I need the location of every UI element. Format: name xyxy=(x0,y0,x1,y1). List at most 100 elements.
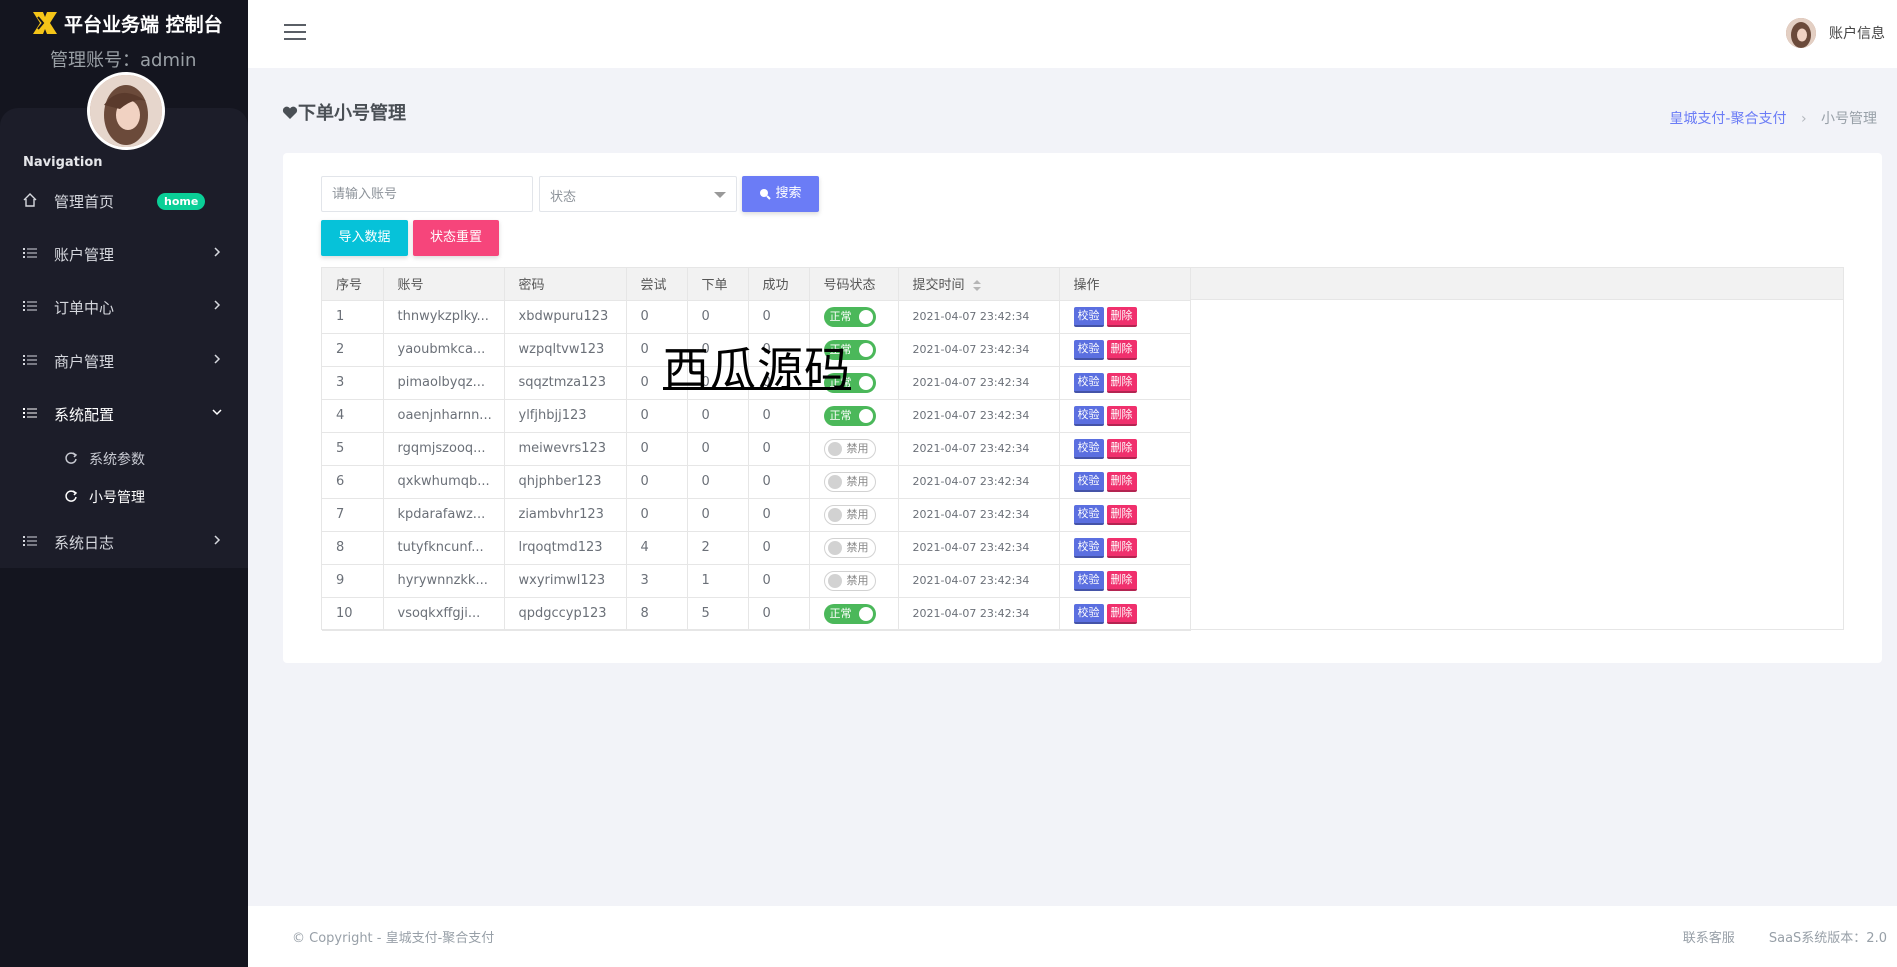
avatar-photo-icon xyxy=(90,75,162,147)
brand-title: 平台业务端 控制台 xyxy=(64,14,223,36)
reset-status-button[interactable]: 状态重置 xyxy=(413,220,499,256)
cell-password: lrqoqtmd123 xyxy=(504,531,627,565)
status-toggle[interactable]: 禁用 xyxy=(823,537,876,558)
verify-button[interactable]: 校验 xyxy=(1073,603,1104,624)
cell-id: 9 xyxy=(322,564,384,598)
cell-account: rgqmjszooq... xyxy=(383,432,505,466)
cell-status: 禁用 xyxy=(809,498,899,532)
delete-button[interactable]: 删除 xyxy=(1106,405,1137,426)
cell-tries: 4 xyxy=(626,531,688,565)
toggle-knob xyxy=(827,474,842,489)
accounts-table: 序号 账号 密码 尝试 下单 成功 号码状态 提交时间 操作 1 thnwykzp… xyxy=(321,267,1844,631)
verify-button[interactable]: 校验 xyxy=(1073,339,1104,360)
search-button[interactable]: 搜索 xyxy=(742,176,819,212)
status-select[interactable]: 状态 xyxy=(539,176,737,212)
verify-button[interactable]: 校验 xyxy=(1073,537,1104,558)
list-icon xyxy=(23,248,37,258)
cell-id: 2 xyxy=(322,333,384,367)
cell-time: 2021-04-07 23:42:34 xyxy=(898,498,1060,532)
col-header-status: 号码状态 xyxy=(809,268,899,301)
verify-button[interactable]: 校验 xyxy=(1073,504,1104,525)
status-toggle[interactable]: 正常 xyxy=(823,405,876,426)
col-header-time[interactable]: 提交时间 xyxy=(898,268,1060,301)
cell-time: 2021-04-07 23:42:34 xyxy=(898,366,1060,400)
cell-id: 6 xyxy=(322,465,384,499)
sidebar-nav: Navigation 管理首页 home 账户管理 订单中心 商户管理 系统配置 xyxy=(0,108,248,568)
table-row: 5 rgqmjszooq... meiwevrs123 0 0 0 禁用 2021-04-07… xyxy=(322,432,1191,466)
cell-id: 3 xyxy=(322,366,384,400)
cell-actions: 校验 删除 xyxy=(1059,564,1191,598)
footer-support-link[interactable]: 联系客服 xyxy=(1683,931,1735,946)
cell-id: 4 xyxy=(322,399,384,433)
subnav-label: 系统参数 xyxy=(89,452,145,468)
status-toggle[interactable]: 禁用 xyxy=(823,438,876,459)
sidebar-item-home[interactable]: 管理首页 home xyxy=(0,180,248,220)
cell-orders: 0 xyxy=(687,399,749,433)
home-icon xyxy=(23,193,37,207)
subnav-label: 小号管理 xyxy=(89,490,145,506)
delete-button[interactable]: 删除 xyxy=(1106,306,1137,327)
cell-actions: 校验 删除 xyxy=(1059,498,1191,532)
menu-toggle-icon[interactable] xyxy=(284,24,306,42)
table-header-row: 序号 账号 密码 尝试 下单 成功 号码状态 提交时间 操作 xyxy=(322,268,1191,301)
sidebar-item-system-config[interactable]: 系统配置 xyxy=(0,393,248,433)
cell-actions: 校验 删除 xyxy=(1059,333,1191,367)
delete-button[interactable]: 删除 xyxy=(1106,504,1137,525)
status-toggle[interactable]: 正常 xyxy=(823,306,876,327)
cell-orders: 0 xyxy=(687,300,749,334)
table-row: 10 vsoqkxffgji... qpdgccyp123 8 5 0 正常 2021-04-… xyxy=(322,597,1191,631)
sidebar-item-accounts[interactable]: 账户管理 xyxy=(0,233,248,273)
cell-time: 2021-04-07 23:42:34 xyxy=(898,597,1060,631)
avatar xyxy=(1785,18,1816,48)
verify-button[interactable]: 校验 xyxy=(1073,405,1104,426)
verify-button[interactable]: 校验 xyxy=(1073,471,1104,492)
cell-actions: 校验 删除 xyxy=(1059,597,1191,631)
sidebar-avatar xyxy=(87,72,165,150)
status-toggle[interactable]: 正常 xyxy=(823,603,876,624)
status-toggle[interactable]: 禁用 xyxy=(823,471,876,492)
chevron-right-icon xyxy=(214,354,221,364)
verify-button[interactable]: 校验 xyxy=(1073,372,1104,393)
cell-password: qhjphber123 xyxy=(504,465,627,499)
delete-button[interactable]: 删除 xyxy=(1106,339,1137,360)
status-toggle[interactable]: 禁用 xyxy=(823,570,876,591)
delete-button[interactable]: 删除 xyxy=(1106,471,1137,492)
cell-time: 2021-04-07 23:42:34 xyxy=(898,333,1060,367)
breadcrumb-link[interactable]: 皇城支付-聚合支付 xyxy=(1669,111,1786,127)
toggle-knob xyxy=(858,408,873,423)
verify-button[interactable]: 校验 xyxy=(1073,438,1104,459)
sidebar-subitem-system-params[interactable]: 系统参数 xyxy=(0,442,248,474)
refresh-icon xyxy=(65,452,78,464)
sidebar-item-orders[interactable]: 订单中心 xyxy=(0,286,248,326)
sidebar-item-merchants[interactable]: 商户管理 xyxy=(0,340,248,380)
delete-button[interactable]: 删除 xyxy=(1106,372,1137,393)
account-info[interactable]: 账户信息 xyxy=(1785,18,1885,50)
delete-button[interactable]: 删除 xyxy=(1106,537,1137,558)
cell-status: 正常 xyxy=(809,597,899,631)
status-toggle-label: 正常 xyxy=(829,408,852,422)
status-toggle-label: 禁用 xyxy=(846,441,869,455)
status-toggle[interactable]: 禁用 xyxy=(823,504,876,525)
account-search-input[interactable] xyxy=(321,176,533,212)
table-row: 9 hyrywnnzkk... wxyrimwl123 3 1 0 禁用 2021-04-07… xyxy=(322,564,1191,598)
sidebar-subitem-account-mgmt[interactable]: 小号管理 xyxy=(0,480,248,512)
sidebar-item-system-logs[interactable]: 系统日志 xyxy=(0,521,248,561)
cell-orders: 2 xyxy=(687,531,749,565)
toggle-knob xyxy=(827,441,842,456)
delete-button[interactable]: 删除 xyxy=(1106,438,1137,459)
delete-button[interactable]: 删除 xyxy=(1106,570,1137,591)
cell-time: 2021-04-07 23:42:34 xyxy=(898,564,1060,598)
cell-status: 正常 xyxy=(809,399,899,433)
verify-button[interactable]: 校验 xyxy=(1073,306,1104,327)
sort-icon[interactable] xyxy=(972,279,981,292)
import-data-button[interactable]: 导入数据 xyxy=(321,220,408,256)
nav-title: Navigation xyxy=(23,155,103,170)
table-row: 7 kpdarafawz... ziambvhr123 0 0 0 禁用 2021-04-07… xyxy=(322,498,1191,532)
cell-time: 2021-04-07 23:42:34 xyxy=(898,399,1060,433)
status-select-value: 状态 xyxy=(550,190,577,205)
delete-button[interactable]: 删除 xyxy=(1106,603,1137,624)
chevron-right-icon xyxy=(214,535,221,545)
cell-orders: 0 xyxy=(687,432,749,466)
verify-button[interactable]: 校验 xyxy=(1073,570,1104,591)
search-icon xyxy=(760,188,772,200)
